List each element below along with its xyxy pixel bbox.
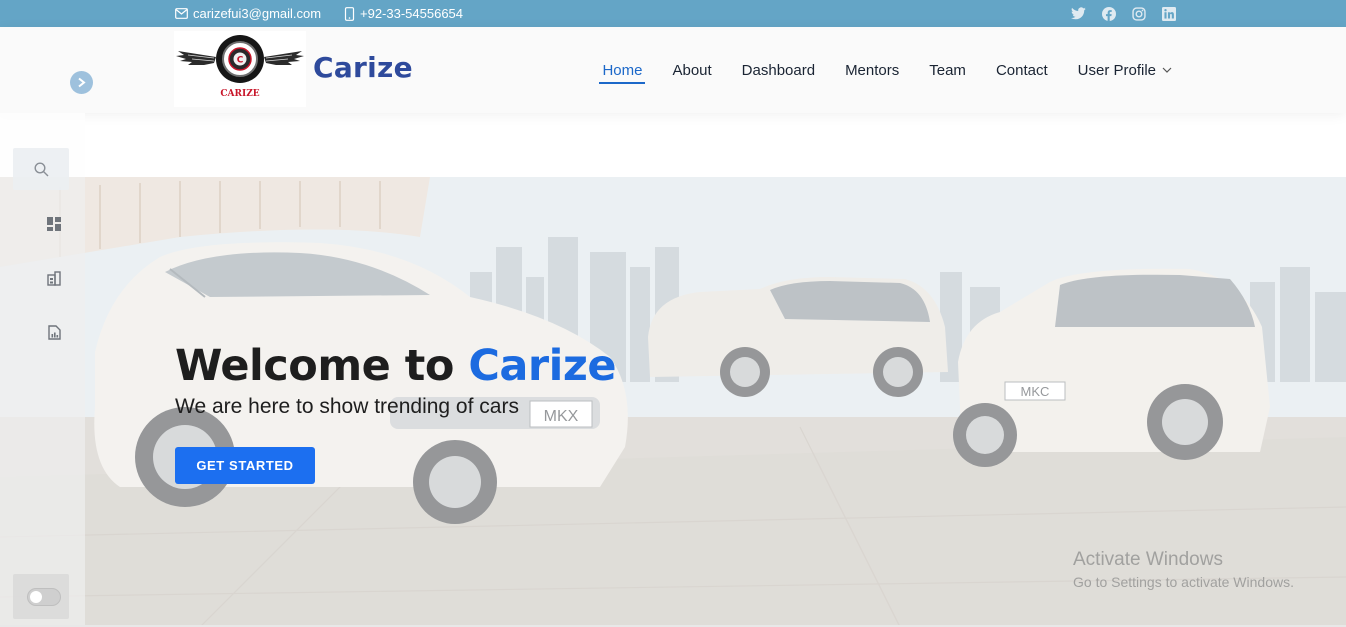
watermark-line-1: Activate Windows xyxy=(1073,549,1223,570)
site-header: C CARIZE Carize Home About Dashboard Men… xyxy=(0,27,1346,113)
nav-team[interactable]: Team xyxy=(929,27,966,113)
envelope-icon xyxy=(175,8,188,19)
windows-activation-watermark: Activate Windows Go to Settings to activ… xyxy=(1073,549,1294,590)
dashboard-icon[interactable] xyxy=(45,215,63,233)
report-icon[interactable] xyxy=(45,323,63,341)
nav-team-label: Team xyxy=(929,61,966,79)
side-panel xyxy=(0,113,85,625)
theme-toggle[interactable] xyxy=(27,588,61,606)
nav-dashboard[interactable]: Dashboard xyxy=(742,27,815,113)
nav-user-profile-label: User Profile xyxy=(1077,61,1156,79)
main-nav: Home About Dashboard Mentors Team Contac… xyxy=(599,27,1172,113)
nav-about[interactable]: About xyxy=(672,27,711,113)
sidebar-expand-button[interactable] xyxy=(70,71,93,94)
hero-title-prefix: Welcome to xyxy=(175,341,454,391)
search-icon xyxy=(33,161,49,177)
topbar-phone[interactable]: +92-33-54556654 xyxy=(344,0,463,27)
building-icon[interactable] xyxy=(45,269,63,287)
linkedin-icon[interactable] xyxy=(1162,6,1176,21)
nav-home-label: Home xyxy=(602,61,643,79)
nav-contact-label: Contact xyxy=(995,61,1048,79)
hero-title: Welcome to Carize xyxy=(175,341,617,391)
nav-user-profile[interactable]: User Profile xyxy=(1078,27,1172,113)
logo-wordmark: CARIZE xyxy=(220,89,260,99)
logo-emblem-icon: C xyxy=(176,35,304,83)
hero-section: MKX MKC Welcome to Carize We are here to… xyxy=(0,177,1346,627)
twitter-icon[interactable] xyxy=(1071,7,1086,20)
instagram-icon[interactable] xyxy=(1132,6,1146,21)
social-links xyxy=(1071,0,1176,27)
phone-icon xyxy=(344,6,355,21)
nav-home[interactable]: Home xyxy=(599,27,646,113)
chevron-down-icon xyxy=(1162,67,1172,74)
site-logo[interactable]: C CARIZE xyxy=(174,31,306,107)
hero-title-accent: Carize xyxy=(468,341,617,391)
top-bar: carizefui3@gmail.com +92-33-54556654 xyxy=(0,0,1346,27)
facebook-icon[interactable] xyxy=(1102,6,1116,21)
chevron-right-icon xyxy=(77,77,86,88)
phone-text: +92-33-54556654 xyxy=(360,6,464,21)
svg-text:C: C xyxy=(237,56,244,66)
toggle-knob xyxy=(30,591,42,603)
brand-name[interactable]: Carize xyxy=(313,51,413,84)
topbar-email[interactable]: carizefui3@gmail.com xyxy=(175,0,321,27)
watermark-line-2: Go to Settings to activate Windows. xyxy=(1073,574,1294,590)
nav-mentors[interactable]: Mentors xyxy=(845,27,899,113)
nav-contact[interactable]: Contact xyxy=(996,27,1048,113)
get-started-button[interactable]: GET STARTED xyxy=(175,447,315,484)
email-text: carizefui3@gmail.com xyxy=(193,6,322,21)
nav-dashboard-label: Dashboard xyxy=(741,61,816,79)
side-search-button[interactable] xyxy=(13,148,69,190)
hero-subtitle: We are here to show trending of cars xyxy=(175,395,519,418)
nav-mentors-label: Mentors xyxy=(845,61,900,79)
theme-toggle-container xyxy=(13,574,69,619)
nav-about-label: About xyxy=(672,61,712,79)
